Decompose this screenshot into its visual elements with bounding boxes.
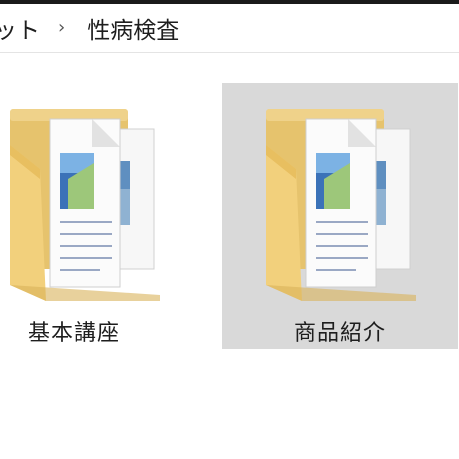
folder-item-shouhin-shoukai[interactable]: 商品紹介 xyxy=(222,83,458,349)
folder-item-kihon-kouza[interactable]: 基本講座 xyxy=(0,83,236,349)
folder-with-documents-icon xyxy=(266,109,416,301)
folder-label: 商品紹介 xyxy=(293,321,386,346)
breadcrumb-current[interactable]: 性病検査 xyxy=(87,11,179,45)
breadcrumb-parent[interactable]: ット xyxy=(0,11,40,45)
breadcrumb: ット › 性病検査 xyxy=(0,4,459,53)
file-list: 基本講座 商品紹介 xyxy=(0,53,459,459)
breadcrumb-separator-icon[interactable]: › xyxy=(58,17,65,38)
folder-with-documents-icon xyxy=(10,109,160,301)
folder-label: 基本講座 xyxy=(27,321,120,346)
